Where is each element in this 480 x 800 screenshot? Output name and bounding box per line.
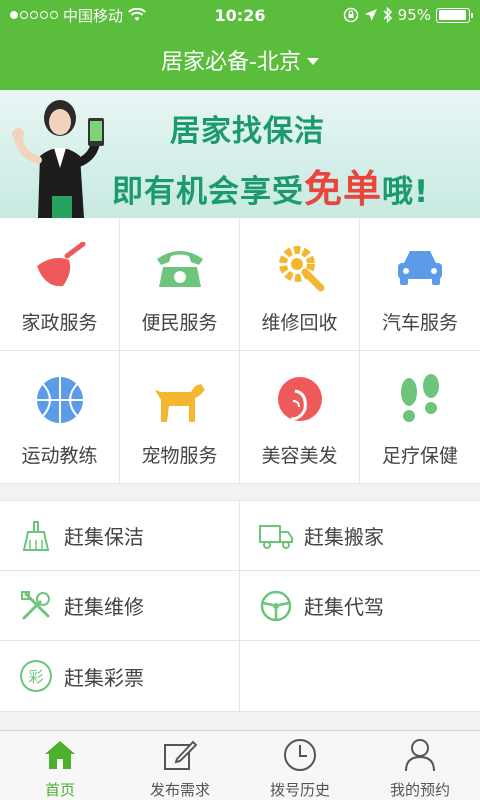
truck-icon bbox=[258, 518, 294, 554]
tab-label: 拨号历史 bbox=[269, 781, 330, 799]
category-label: 汽车服务 bbox=[381, 312, 458, 334]
tab-post-request[interactable]: 发布需求 bbox=[120, 731, 240, 800]
promo-banner[interactable]: 居家找保洁 即有机会享受免单哦! bbox=[0, 90, 480, 218]
banner-highlight: 免单 bbox=[304, 167, 383, 211]
banner-prefix: 即有机会享受 bbox=[112, 174, 304, 210]
page-title: 居家必备-北京 bbox=[161, 50, 301, 75]
dog-icon bbox=[152, 375, 208, 425]
user-icon bbox=[402, 737, 438, 772]
chevron-down-icon bbox=[306, 58, 319, 65]
category-label: 家政服务 bbox=[21, 312, 98, 334]
category-label: 便民服务 bbox=[141, 312, 218, 334]
tab-label: 我的预约 bbox=[389, 781, 450, 799]
category-sports[interactable]: 运动教练 bbox=[0, 351, 120, 484]
broom-icon bbox=[32, 242, 88, 292]
carrier-label: 中国移动 bbox=[63, 6, 124, 25]
svg-text:彩: 彩 bbox=[28, 668, 43, 686]
telephone-icon bbox=[152, 242, 208, 292]
category-car[interactable]: 汽车服务 bbox=[360, 218, 480, 351]
edit-icon bbox=[162, 737, 198, 772]
bluetooth-icon bbox=[383, 7, 392, 23]
footprint-icon bbox=[392, 374, 448, 425]
category-label: 美容美发 bbox=[261, 445, 338, 467]
battery-percent: 95% bbox=[397, 6, 431, 24]
link-moving[interactable]: 赶集搬家 bbox=[240, 501, 480, 571]
rotation-lock-icon bbox=[343, 7, 358, 23]
home-icon bbox=[42, 737, 78, 772]
link-repair[interactable]: 赶集维修 bbox=[0, 571, 240, 641]
link-label: 赶集搬家 bbox=[304, 525, 384, 549]
category-foot-massage[interactable]: 足疗保健 bbox=[360, 351, 480, 484]
cleaning-brush-icon bbox=[18, 518, 54, 554]
tab-label: 首页 bbox=[44, 781, 75, 799]
tab-label: 发布需求 bbox=[149, 781, 210, 799]
location-icon bbox=[364, 9, 377, 21]
category-pet[interactable]: 宠物服务 bbox=[120, 351, 240, 484]
banner-suffix: 哦! bbox=[382, 174, 430, 210]
category-grid: 家政服务 便民服务 维修回收 汽车服务 运动教练 宠物服务 美容美发 足疗保健 bbox=[0, 218, 480, 484]
hair-icon bbox=[272, 375, 328, 425]
category-label: 宠物服务 bbox=[141, 445, 218, 467]
lottery-icon: 彩 bbox=[18, 658, 54, 694]
wifi-icon bbox=[128, 8, 146, 21]
quick-links: 赶集保洁 赶集搬家 赶集维修 赶集代驾 彩 赶集彩票 bbox=[0, 500, 480, 712]
status-bar: 中国移动 10:26 95% bbox=[0, 0, 480, 30]
category-label: 足疗保健 bbox=[381, 445, 458, 467]
category-housekeeping[interactable]: 家政服务 bbox=[0, 218, 120, 351]
tools-icon bbox=[18, 588, 54, 624]
link-designated-driver[interactable]: 赶集代驾 bbox=[240, 571, 480, 641]
car-icon bbox=[392, 242, 448, 292]
link-label: 赶集彩票 bbox=[64, 665, 144, 690]
top-bar: 中国移动 10:26 95% 居家必备-北京 bbox=[0, 0, 480, 90]
battery-icon bbox=[436, 7, 473, 23]
category-beauty[interactable]: 美容美发 bbox=[240, 351, 360, 484]
tab-home[interactable]: 首页 bbox=[0, 731, 120, 800]
link-cleaning[interactable]: 赶集保洁 bbox=[0, 501, 240, 571]
signal-icon bbox=[10, 11, 58, 19]
category-label: 运动教练 bbox=[21, 445, 98, 467]
gear-wrench-icon bbox=[272, 242, 328, 292]
tab-call-history[interactable]: 拨号历史 bbox=[240, 731, 360, 800]
category-convenience[interactable]: 便民服务 bbox=[120, 218, 240, 351]
category-repair[interactable]: 维修回收 bbox=[240, 218, 360, 351]
banner-headline: 居家找保洁 bbox=[170, 114, 325, 149]
banner-subheadline: 即有机会享受免单哦! bbox=[112, 158, 429, 213]
empty-cell bbox=[240, 641, 480, 712]
link-lottery[interactable]: 彩 赶集彩票 bbox=[0, 641, 240, 712]
steering-wheel-icon bbox=[258, 588, 294, 624]
tab-my-bookings[interactable]: 我的预约 bbox=[360, 731, 480, 800]
link-label: 赶集保洁 bbox=[64, 525, 144, 549]
tab-bar: 首页 发布需求 拨号历史 我的预约 bbox=[0, 730, 480, 800]
clock-icon bbox=[282, 737, 318, 772]
category-label: 维修回收 bbox=[261, 312, 338, 334]
promo-person-image bbox=[12, 100, 104, 218]
link-label: 赶集维修 bbox=[64, 595, 144, 619]
link-label: 赶集代驾 bbox=[304, 595, 384, 619]
basketball-icon bbox=[32, 375, 88, 425]
city-selector[interactable]: 居家必备-北京 bbox=[0, 30, 480, 90]
